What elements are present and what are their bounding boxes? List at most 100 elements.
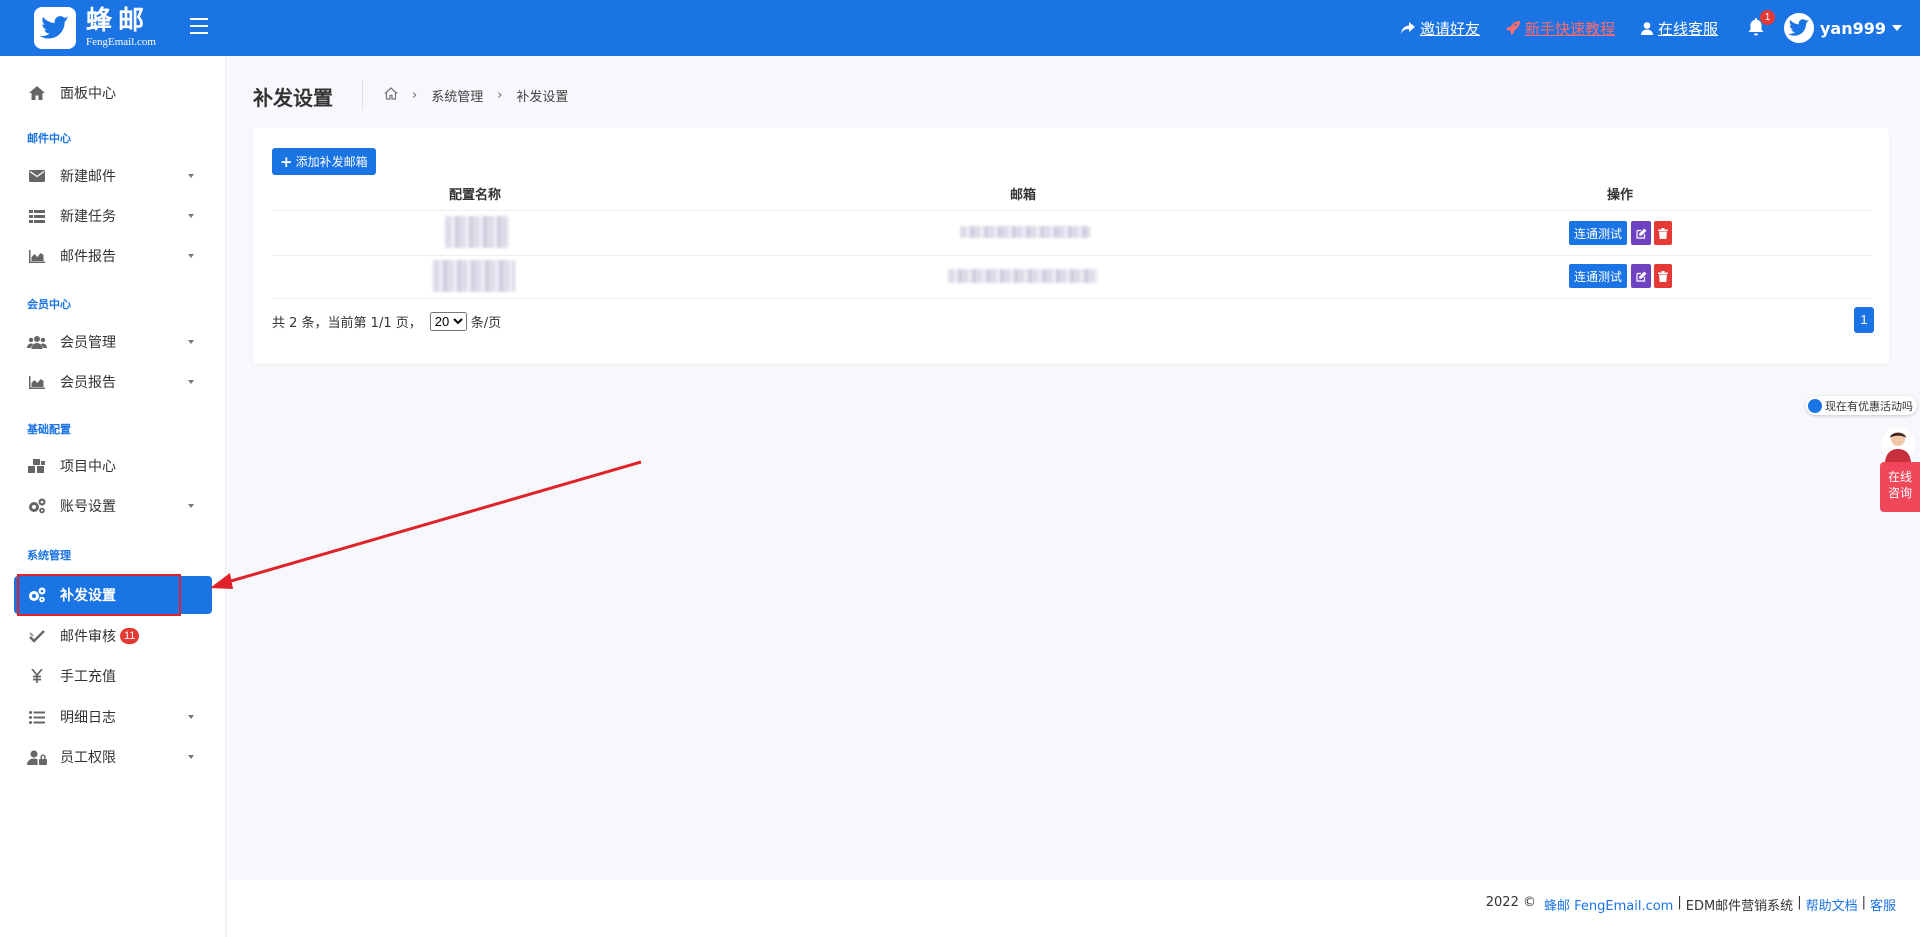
sidebar-item-resend-settings[interactable]: 补发设置 bbox=[14, 576, 212, 614]
chevron-down-icon bbox=[1892, 25, 1902, 31]
edit-icon bbox=[1635, 271, 1647, 282]
notification-bell-button[interactable]: 1 bbox=[1748, 10, 1775, 38]
chevron-down-icon bbox=[188, 214, 194, 218]
consult-label-line2: 咨询 bbox=[1887, 486, 1912, 500]
redacted-config-name bbox=[445, 216, 509, 248]
sidebar-item-new-task[interactable]: 新建任务 bbox=[14, 197, 212, 235]
page-size-select[interactable]: 20 bbox=[429, 312, 467, 331]
page-number-button[interactable]: 1 bbox=[1854, 307, 1874, 333]
chat-promo-text: 现在有优惠活动吗 bbox=[1825, 399, 1913, 413]
edit-icon bbox=[1635, 228, 1647, 239]
invite-friends-label: 邀请好友 bbox=[1419, 19, 1480, 38]
envelope-icon bbox=[26, 166, 48, 186]
pagination-info: 共 2 条，当前第 1/1 页， 20 条/页 bbox=[272, 312, 501, 331]
breadcrumb-current: 补发设置 bbox=[516, 90, 569, 105]
sidebar-item-dashboard[interactable]: 面板中心 bbox=[14, 74, 212, 112]
online-service-link[interactable]: 在线客服 bbox=[1640, 18, 1718, 39]
sidebar-item-label: 会员管理 bbox=[60, 335, 116, 351]
chevron-down-icon bbox=[188, 380, 194, 384]
sidebar-section-base-config: 基础配置 bbox=[27, 423, 71, 436]
sidebar-item-label: 邮件审核 bbox=[60, 629, 116, 645]
invite-friends-link[interactable]: 邀请好友 bbox=[1400, 18, 1480, 39]
breadcrumb: › 系统管理 › 补发设置 bbox=[384, 86, 568, 105]
column-header-actions: 操作 bbox=[1606, 188, 1634, 203]
footer: 2022 © 蜂邮 FengEmail.com | EDM邮件营销系统 | 帮助… bbox=[227, 880, 1920, 937]
sidebar-item-detail-log[interactable]: 明细日志 bbox=[14, 698, 212, 736]
edit-button[interactable] bbox=[1631, 221, 1652, 245]
table-row-actions: 连通测试 bbox=[1569, 221, 1673, 245]
breadcrumb-system[interactable]: 系统管理 bbox=[431, 86, 483, 105]
column-header-config-name: 配置名称 bbox=[448, 188, 502, 203]
consult-label-line1: 在线 bbox=[1887, 470, 1912, 484]
quick-tutorial-label: 新手快速教程 bbox=[1524, 19, 1615, 38]
bird-avatar-icon bbox=[1787, 19, 1810, 36]
user-menu[interactable]: yan999 bbox=[1783, 13, 1902, 43]
quick-tutorial-link[interactable]: 新手快速教程 bbox=[1505, 18, 1615, 39]
review-count-badge: 11 bbox=[120, 628, 140, 644]
sidebar-section-member: 会员中心 bbox=[27, 298, 71, 311]
sidebar-item-member-management[interactable]: 会员管理 bbox=[14, 323, 212, 361]
sidebar-item-label: 新建邮件 bbox=[60, 169, 116, 185]
footer-product: EDM邮件营销系统 bbox=[1685, 899, 1794, 914]
connectivity-test-button[interactable]: 连通测试 bbox=[1569, 221, 1628, 245]
sidebar-item-label: 补发设置 bbox=[60, 588, 116, 604]
logo-chinese-name: 蜂邮 bbox=[86, 6, 151, 36]
footer-copyright: 2022 © bbox=[1485, 895, 1536, 910]
footer-brand-link[interactable]: 蜂邮 FengEmail.com bbox=[1544, 895, 1673, 914]
chevron-down-icon bbox=[188, 340, 194, 344]
brand-logo[interactable]: 蜂邮 FengEmail.com bbox=[34, 5, 156, 51]
sidebar-item-new-mail[interactable]: 新建邮件 bbox=[14, 157, 212, 195]
sidebar-section-mail: 邮件中心 bbox=[27, 132, 71, 145]
edit-button[interactable] bbox=[1631, 264, 1652, 288]
sidebar-item-mail-report[interactable]: 邮件报告 bbox=[14, 237, 212, 275]
chevron-down-icon bbox=[188, 174, 194, 178]
top-navbar: 蜂邮 FengEmail.com 邀请好友 新手快速教程 在线客服 1 yan9… bbox=[0, 0, 1920, 56]
avatar bbox=[1783, 13, 1814, 43]
menu-toggle-icon[interactable] bbox=[190, 18, 208, 34]
online-consult-button[interactable]: 在线 咨询 bbox=[1880, 462, 1920, 512]
sidebar-item-project-center[interactable]: 项目中心 bbox=[14, 447, 212, 485]
sidebar-item-account-settings[interactable]: 账号设置 bbox=[14, 487, 212, 525]
home-icon bbox=[26, 83, 48, 103]
trash-icon bbox=[1658, 227, 1669, 239]
online-service-label: 在线客服 bbox=[1657, 19, 1718, 38]
cubes-icon bbox=[26, 456, 48, 476]
chevron-down-icon bbox=[188, 504, 194, 508]
username: yan999 bbox=[1819, 18, 1886, 38]
sidebar-item-mail-review[interactable]: 邮件审核 11 bbox=[14, 617, 212, 655]
delete-button[interactable] bbox=[1654, 221, 1673, 245]
user-icon bbox=[1640, 21, 1653, 35]
page-size-unit: 条/页 bbox=[470, 316, 502, 331]
cogs-icon bbox=[26, 496, 48, 516]
footer-help-link[interactable]: 帮助文档 bbox=[1806, 895, 1858, 914]
connectivity-test-button[interactable]: 连通测试 bbox=[1569, 264, 1628, 288]
sidebar-item-manual-recharge[interactable]: 手工充值 bbox=[14, 657, 212, 695]
chevron-down-icon bbox=[188, 715, 194, 719]
home-icon[interactable] bbox=[384, 87, 398, 104]
sidebar: 面板中心 邮件中心 新建邮件 新建任务 邮件报告 会员中心 会员管理 会员报告 … bbox=[0, 56, 226, 937]
pagination-summary: 共 2 条，当前第 1/1 页， bbox=[272, 316, 422, 331]
sidebar-item-label: 邮件报告 bbox=[60, 249, 116, 265]
sidebar-item-label: 项目中心 bbox=[60, 459, 116, 475]
chat-bubble-icon bbox=[1808, 398, 1822, 413]
logo-english-name: FengEmail.com bbox=[86, 36, 156, 48]
user-lock-icon bbox=[26, 747, 48, 767]
area-chart-icon bbox=[26, 246, 48, 266]
sidebar-section-system: 系统管理 bbox=[27, 549, 71, 562]
sidebar-item-label: 新建任务 bbox=[60, 209, 116, 225]
sidebar-item-label: 手工充值 bbox=[60, 669, 116, 685]
delete-button[interactable] bbox=[1654, 264, 1673, 288]
rocket-icon bbox=[1505, 21, 1520, 35]
sidebar-item-staff-permissions[interactable]: 员工权限 bbox=[14, 738, 212, 776]
table-row-actions: 连通测试 bbox=[1569, 264, 1673, 288]
column-header-email: 邮箱 bbox=[1009, 188, 1037, 203]
sidebar-item-label: 会员报告 bbox=[60, 375, 116, 391]
sidebar-item-member-report[interactable]: 会员报告 bbox=[14, 363, 212, 401]
notification-count-badge: 1 bbox=[1759, 10, 1775, 25]
chat-promo-bubble[interactable]: 现在有优惠活动吗 bbox=[1806, 396, 1917, 415]
chevron-right-icon: › bbox=[497, 88, 503, 103]
footer-service-link[interactable]: 客服 bbox=[1870, 895, 1896, 914]
add-resend-mailbox-button[interactable]: + 添加补发邮箱 bbox=[272, 148, 376, 175]
add-button-label: 添加补发邮箱 bbox=[295, 155, 368, 169]
page-title: 补发设置 bbox=[253, 86, 333, 110]
